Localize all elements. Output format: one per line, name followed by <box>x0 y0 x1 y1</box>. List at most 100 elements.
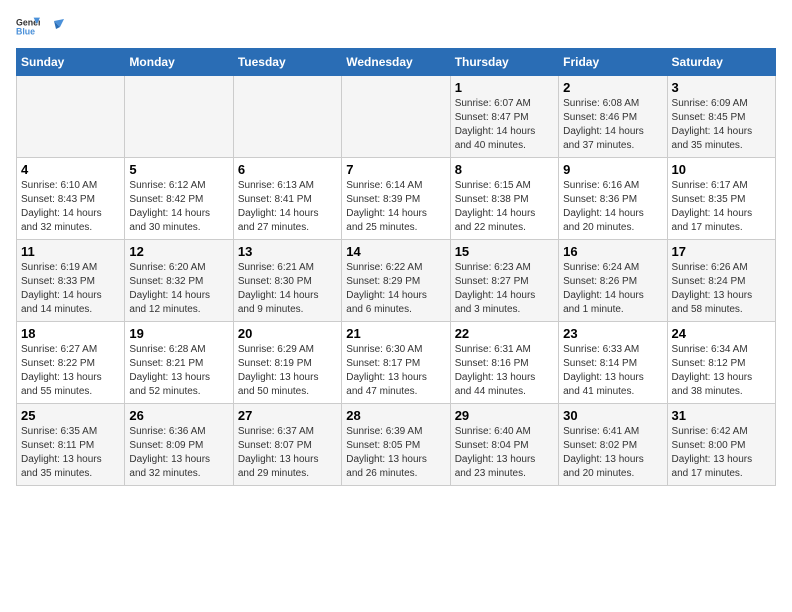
day-number: 14 <box>346 244 445 259</box>
day-number: 20 <box>238 326 337 341</box>
day-info: Sunrise: 6:37 AM Sunset: 8:07 PM Dayligh… <box>238 425 337 481</box>
calendar-cell <box>342 76 450 158</box>
day-info: Sunrise: 6:10 AM Sunset: 8:43 PM Dayligh… <box>21 179 120 235</box>
calendar-cell: 23 Sunrise: 6:33 AM Sunset: 8:14 PM Dayli… <box>559 322 667 404</box>
day-number: 23 <box>563 326 662 341</box>
calendar-cell: 30 Sunrise: 6:41 AM Sunset: 8:02 PM Dayli… <box>559 404 667 486</box>
day-info: Sunrise: 6:36 AM Sunset: 8:09 PM Dayligh… <box>129 425 228 481</box>
day-number: 13 <box>238 244 337 259</box>
header: General Blue <box>16 16 776 36</box>
calendar-cell: 8Sunrise: 6:15 AM Sunset: 8:38 PM Daylig… <box>450 158 558 240</box>
calendar-week-1: 1 Sunrise: 6:07 AM Sunset: 8:47 PM Daylig… <box>17 76 776 158</box>
calendar-cell: 4 Sunrise: 6:10 AM Sunset: 8:43 PM Daylig… <box>17 158 125 240</box>
day-number: 5 <box>129 162 228 177</box>
day-info: Sunrise: 6:42 AM Sunset: 8:00 PM Dayligh… <box>672 425 771 481</box>
day-number: 19 <box>129 326 228 341</box>
calendar-header-row: SundayMondayTuesdayWednesdayThursdayFrid… <box>17 49 776 76</box>
day-number: 9 <box>563 162 662 177</box>
day-info: Sunrise: 6:20 AM Sunset: 8:32 PM Dayligh… <box>129 261 228 317</box>
day-info: Sunrise: 6:08 AM Sunset: 8:46 PM Dayligh… <box>563 97 662 153</box>
day-info: Sunrise: 6:12 AM Sunset: 8:42 PM Dayligh… <box>129 179 228 235</box>
calendar-cell: 16 Sunrise: 6:24 AM Sunset: 8:26 PM Dayli… <box>559 240 667 322</box>
day-info: Sunrise: 6:19 AM Sunset: 8:33 PM Dayligh… <box>21 261 120 317</box>
day-info: Sunrise: 6:17 AM Sunset: 8:35 PM Dayligh… <box>672 179 771 235</box>
calendar-cell: 11 Sunrise: 6:19 AM Sunset: 8:33 PM Dayli… <box>17 240 125 322</box>
calendar-cell: 24 Sunrise: 6:34 AM Sunset: 8:12 PM Dayli… <box>667 322 775 404</box>
day-number: 11 <box>21 244 120 259</box>
calendar-week-4: 18Sunrise: 6:27 AM Sunset: 8:22 PM Dayli… <box>17 322 776 404</box>
day-number: 6 <box>238 162 337 177</box>
calendar-cell: 19 Sunrise: 6:28 AM Sunset: 8:21 PM Dayli… <box>125 322 233 404</box>
day-info: Sunrise: 6:24 AM Sunset: 8:26 PM Dayligh… <box>563 261 662 317</box>
logo-icon: General Blue <box>16 16 40 36</box>
calendar-cell: 25Sunrise: 6:35 AM Sunset: 8:11 PM Dayli… <box>17 404 125 486</box>
day-info: Sunrise: 6:09 AM Sunset: 8:45 PM Dayligh… <box>672 97 771 153</box>
calendar-cell: 1 Sunrise: 6:07 AM Sunset: 8:47 PM Daylig… <box>450 76 558 158</box>
day-info: Sunrise: 6:13 AM Sunset: 8:41 PM Dayligh… <box>238 179 337 235</box>
calendar-cell: 14Sunrise: 6:22 AM Sunset: 8:29 PM Dayli… <box>342 240 450 322</box>
header-saturday: Saturday <box>667 49 775 76</box>
day-info: Sunrise: 6:16 AM Sunset: 8:36 PM Dayligh… <box>563 179 662 235</box>
day-info: Sunrise: 6:33 AM Sunset: 8:14 PM Dayligh… <box>563 343 662 399</box>
calendar-cell: 27 Sunrise: 6:37 AM Sunset: 8:07 PM Dayli… <box>233 404 341 486</box>
header-wednesday: Wednesday <box>342 49 450 76</box>
day-number: 29 <box>455 408 554 423</box>
calendar-cell: 29 Sunrise: 6:40 AM Sunset: 8:04 PM Dayli… <box>450 404 558 486</box>
day-number: 17 <box>672 244 771 259</box>
calendar-cell: 31 Sunrise: 6:42 AM Sunset: 8:00 PM Dayli… <box>667 404 775 486</box>
calendar-cell: 2 Sunrise: 6:08 AM Sunset: 8:46 PM Daylig… <box>559 76 667 158</box>
day-info: Sunrise: 6:35 AM Sunset: 8:11 PM Dayligh… <box>21 425 120 481</box>
calendar-cell: 5 Sunrise: 6:12 AM Sunset: 8:42 PM Daylig… <box>125 158 233 240</box>
day-number: 24 <box>672 326 771 341</box>
header-monday: Monday <box>125 49 233 76</box>
calendar-week-3: 11 Sunrise: 6:19 AM Sunset: 8:33 PM Dayli… <box>17 240 776 322</box>
day-number: 22 <box>455 326 554 341</box>
day-number: 15 <box>455 244 554 259</box>
day-number: 28 <box>346 408 445 423</box>
day-info: Sunrise: 6:27 AM Sunset: 8:22 PM Dayligh… <box>21 343 120 399</box>
calendar-cell: 26Sunrise: 6:36 AM Sunset: 8:09 PM Dayli… <box>125 404 233 486</box>
day-number: 4 <box>21 162 120 177</box>
day-number: 16 <box>563 244 662 259</box>
calendar-cell: 17 Sunrise: 6:26 AM Sunset: 8:24 PM Dayli… <box>667 240 775 322</box>
day-info: Sunrise: 6:21 AM Sunset: 8:30 PM Dayligh… <box>238 261 337 317</box>
header-thursday: Thursday <box>450 49 558 76</box>
day-info: Sunrise: 6:28 AM Sunset: 8:21 PM Dayligh… <box>129 343 228 399</box>
day-info: Sunrise: 6:26 AM Sunset: 8:24 PM Dayligh… <box>672 261 771 317</box>
calendar-cell: 12 Sunrise: 6:20 AM Sunset: 8:32 PM Dayli… <box>125 240 233 322</box>
calendar-cell: 18Sunrise: 6:27 AM Sunset: 8:22 PM Dayli… <box>17 322 125 404</box>
calendar-table: SundayMondayTuesdayWednesdayThursdayFrid… <box>16 48 776 486</box>
calendar-cell <box>233 76 341 158</box>
logo: General Blue <box>16 16 64 36</box>
day-number: 1 <box>455 80 554 95</box>
day-number: 27 <box>238 408 337 423</box>
header-friday: Friday <box>559 49 667 76</box>
day-info: Sunrise: 6:14 AM Sunset: 8:39 PM Dayligh… <box>346 179 445 235</box>
day-info: Sunrise: 6:15 AM Sunset: 8:38 PM Dayligh… <box>455 179 554 235</box>
day-number: 2 <box>563 80 662 95</box>
calendar-cell: 15 Sunrise: 6:23 AM Sunset: 8:27 PM Dayli… <box>450 240 558 322</box>
day-info: Sunrise: 6:40 AM Sunset: 8:04 PM Dayligh… <box>455 425 554 481</box>
calendar-cell: 9 Sunrise: 6:16 AM Sunset: 8:36 PM Daylig… <box>559 158 667 240</box>
calendar-cell: 6 Sunrise: 6:13 AM Sunset: 8:41 PM Daylig… <box>233 158 341 240</box>
day-info: Sunrise: 6:23 AM Sunset: 8:27 PM Dayligh… <box>455 261 554 317</box>
day-info: Sunrise: 6:41 AM Sunset: 8:02 PM Dayligh… <box>563 425 662 481</box>
day-number: 21 <box>346 326 445 341</box>
calendar-cell: 3Sunrise: 6:09 AM Sunset: 8:45 PM Daylig… <box>667 76 775 158</box>
day-number: 12 <box>129 244 228 259</box>
day-info: Sunrise: 6:39 AM Sunset: 8:05 PM Dayligh… <box>346 425 445 481</box>
day-info: Sunrise: 6:30 AM Sunset: 8:17 PM Dayligh… <box>346 343 445 399</box>
day-info: Sunrise: 6:29 AM Sunset: 8:19 PM Dayligh… <box>238 343 337 399</box>
calendar-cell: 20 Sunrise: 6:29 AM Sunset: 8:19 PM Dayli… <box>233 322 341 404</box>
day-info: Sunrise: 6:34 AM Sunset: 8:12 PM Dayligh… <box>672 343 771 399</box>
logo-bird-icon <box>46 19 64 33</box>
day-number: 30 <box>563 408 662 423</box>
calendar-cell: 7Sunrise: 6:14 AM Sunset: 8:39 PM Daylig… <box>342 158 450 240</box>
calendar-cell: 28 Sunrise: 6:39 AM Sunset: 8:05 PM Dayli… <box>342 404 450 486</box>
day-number: 31 <box>672 408 771 423</box>
day-info: Sunrise: 6:07 AM Sunset: 8:47 PM Dayligh… <box>455 97 554 153</box>
svg-text:Blue: Blue <box>16 26 35 36</box>
calendar-week-2: 4 Sunrise: 6:10 AM Sunset: 8:43 PM Daylig… <box>17 158 776 240</box>
header-sunday: Sunday <box>17 49 125 76</box>
calendar-cell: 21 Sunrise: 6:30 AM Sunset: 8:17 PM Dayli… <box>342 322 450 404</box>
